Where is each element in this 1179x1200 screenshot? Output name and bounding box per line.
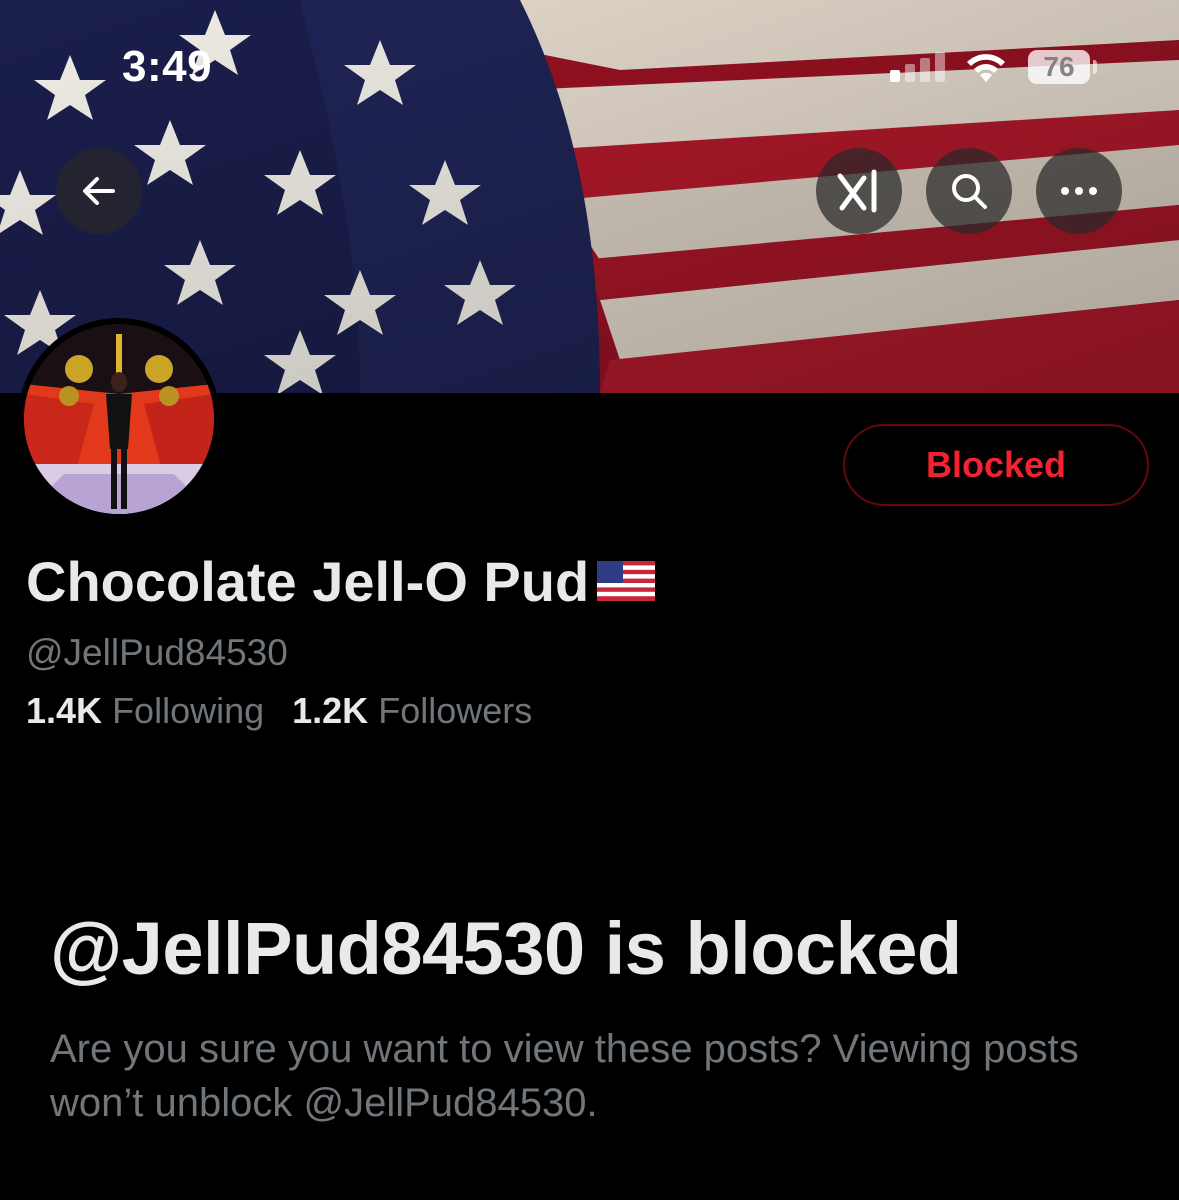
following-link[interactable]: 1.4K Following [26, 690, 264, 731]
search-button[interactable] [926, 148, 1012, 234]
more-horizontal-icon [1061, 187, 1097, 195]
following-label: Following [112, 690, 265, 731]
display-name: Chocolate Jell-O Pud [26, 546, 656, 616]
wifi-icon [967, 54, 1005, 82]
display-name-text: Chocolate Jell-O Pud [26, 549, 590, 613]
more-options-button[interactable] [1036, 148, 1122, 234]
us-flag-emoji [597, 549, 656, 614]
battery-level: 76 [1043, 51, 1075, 82]
blocked-button-label: Blocked [925, 444, 1067, 485]
profile-avatar[interactable] [18, 318, 220, 520]
avatar-image [24, 324, 214, 514]
cellular-signal-icon [890, 52, 948, 82]
back-button[interactable] [56, 148, 142, 234]
followers-label: Followers [378, 690, 533, 731]
us-flag-icon [597, 560, 656, 601]
profile-handle: @JellPud84530 [26, 632, 288, 673]
arrow-left-icon [83, 177, 115, 205]
battery-nub [1093, 60, 1097, 74]
search-icon [952, 174, 987, 209]
blocked-button[interactable]: Blocked [843, 424, 1149, 506]
following-count: 1.4K [26, 690, 103, 731]
follow-stats: 1.4K Following 1.2K Followers [26, 690, 532, 732]
followers-count: 1.2K [292, 690, 369, 731]
grok-button[interactable] [816, 148, 902, 234]
battery-indicator: 76 [1028, 50, 1090, 84]
blocked-notice-title: @JellPud84530 is blocked [50, 907, 962, 990]
followers-link[interactable]: 1.2K Followers [292, 690, 532, 731]
grok-icon [837, 169, 877, 213]
status-time: 3:49 [122, 42, 213, 91]
blocked-notice-description: Are you sure you want to view these post… [50, 1027, 1079, 1125]
